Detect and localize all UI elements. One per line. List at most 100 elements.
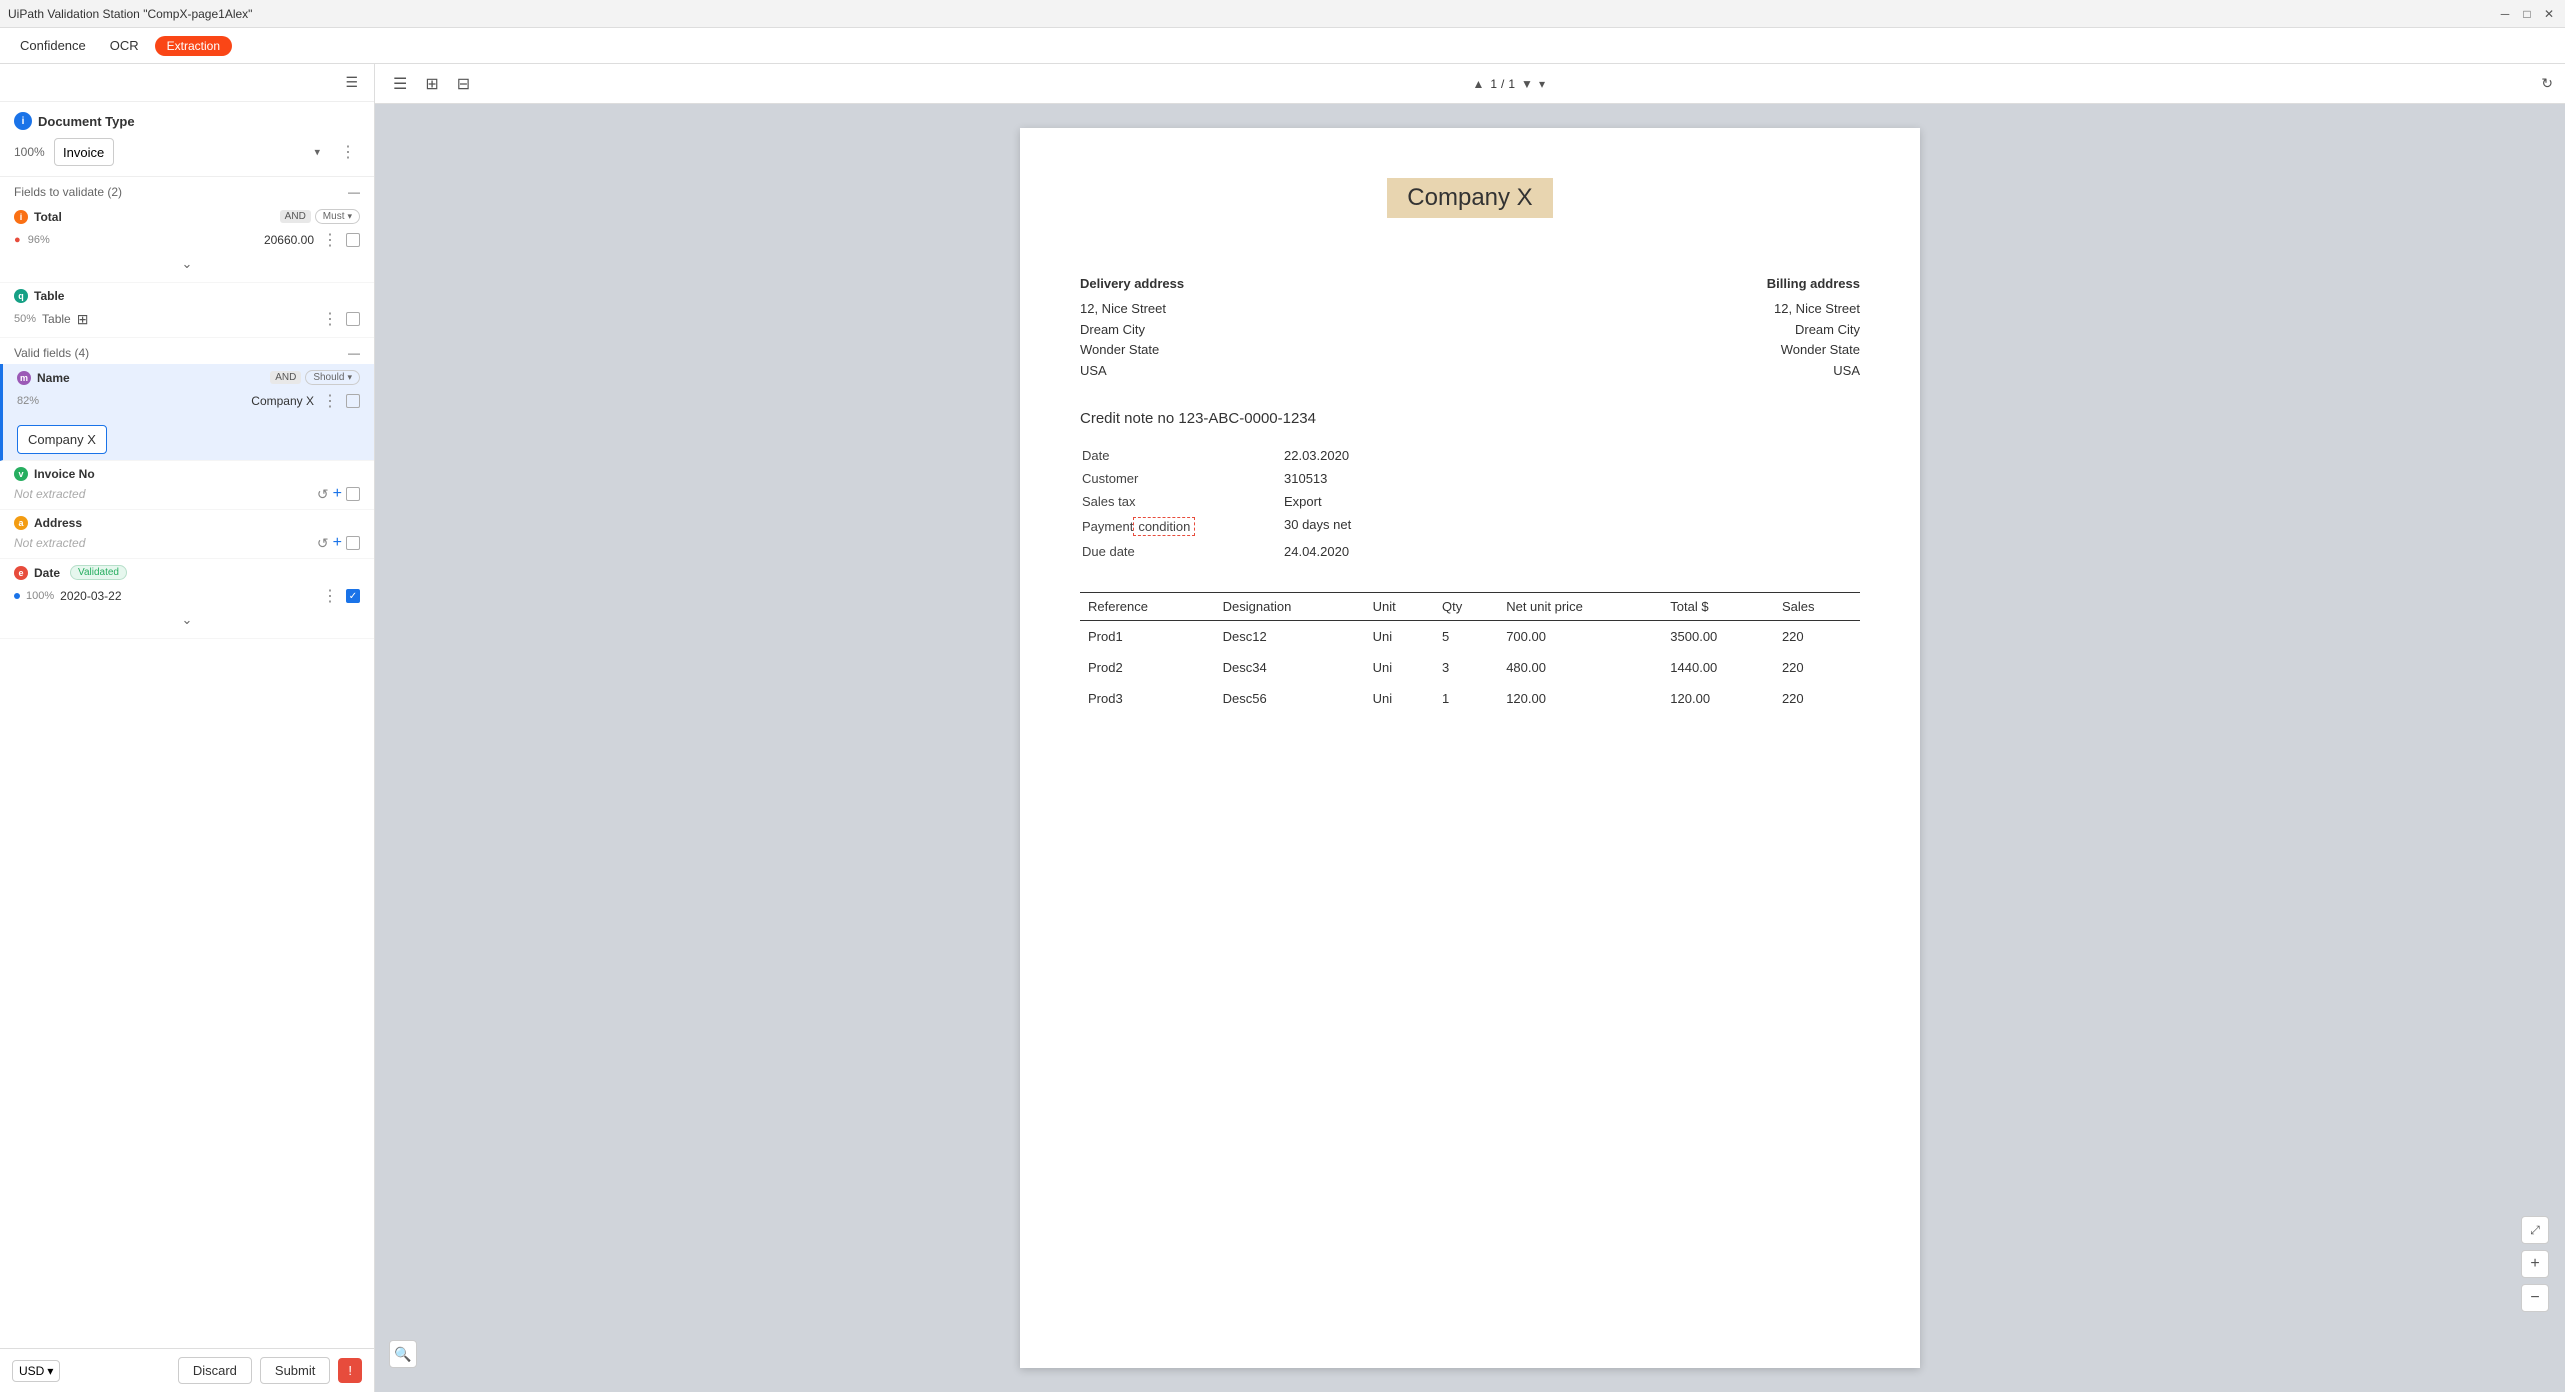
payment-condition-box: condition	[1133, 517, 1195, 536]
table-row: Prod3Desc56Uni1120.00120.00220	[1080, 683, 1860, 714]
name-menu-dots[interactable]: ⋮	[318, 389, 342, 413]
left-toolbar: ☰	[0, 64, 374, 102]
refresh-button[interactable]: ↻	[2541, 75, 2553, 92]
total-field-badge: i	[14, 210, 28, 224]
col-reference: Reference	[1080, 592, 1215, 620]
sales-tax-value-cell: Export	[1284, 491, 1858, 512]
total-expand-chevron[interactable]: ⌄	[14, 252, 360, 276]
name-preview-container: Company X	[17, 419, 360, 454]
doc-page: Company X Delivery address 12, Nice Stre…	[1020, 128, 1920, 1368]
col-qty: Qty	[1434, 592, 1498, 620]
invoice-no-value-row: Not extracted ↺ +	[14, 485, 360, 503]
bottom-bar: USD ▾ Discard Submit !	[0, 1348, 374, 1392]
toolbar-hamburger-button[interactable]: ☰	[387, 70, 413, 98]
date-expand-chevron[interactable]: ⌄	[14, 608, 360, 632]
name-field-actions: AND Should ▾	[270, 370, 360, 385]
table-cell: Uni	[1365, 683, 1434, 714]
total-checkbox[interactable]	[346, 233, 360, 247]
fields-to-validate-collapse[interactable]: —	[348, 185, 360, 199]
delivery-country: USA	[1080, 361, 1184, 382]
date-value-cell: 22.03.2020	[1284, 445, 1858, 466]
total-menu-dots[interactable]: ⋮	[318, 228, 342, 252]
name-preview-box: Company X	[17, 425, 107, 454]
zoom-search-button[interactable]: 🔍	[389, 1340, 417, 1368]
table-checkbox[interactable]	[346, 312, 360, 326]
address-add[interactable]: +	[333, 534, 342, 552]
invoice-no-checkbox[interactable]	[346, 487, 360, 501]
name-field-badge: m	[17, 371, 31, 385]
date-dot-icon	[14, 593, 20, 599]
addresses-row: Delivery address 12, Nice Street Dream C…	[1080, 274, 1860, 382]
date-right-actions: ⋮ ✓	[318, 584, 360, 608]
billing-city: Dream City	[1767, 320, 1860, 341]
address-checkbox[interactable]	[346, 536, 360, 550]
date-checkbox[interactable]: ✓	[346, 589, 360, 603]
address-value-row: Not extracted ↺ +	[14, 534, 360, 552]
invoice-no-header: v Invoice No	[14, 467, 360, 481]
total-field-name-row: i Total	[14, 210, 62, 224]
table-label: Table	[42, 312, 71, 326]
doc-fields-table: Date 22.03.2020 Customer 310513 Sales ta…	[1080, 443, 1860, 564]
valid-fields-label: Valid fields (4)	[14, 346, 89, 360]
viewer-toolbar: ☰ ⊞ ⊟ ▲ 1 / 1 ▼ ▾ ↻	[375, 64, 2565, 104]
invoice-table-head: Reference Designation Unit Qty Net unit …	[1080, 592, 1860, 620]
tab-bar: Confidence OCR Extraction	[0, 28, 2565, 64]
table-field-name: Table	[34, 289, 64, 303]
customer-label-cell: Customer	[1082, 468, 1282, 489]
close-button[interactable]: ✕	[2541, 6, 2557, 22]
date-menu-dots[interactable]: ⋮	[318, 584, 342, 608]
table-cell: 120.00	[1662, 683, 1774, 714]
total-field: i Total AND Must ▾ ● 96%	[0, 203, 374, 283]
name-right-actions: Company X ⋮	[251, 389, 360, 413]
invoice-no-add[interactable]: +	[333, 485, 342, 503]
page-prev-button[interactable]: ▲	[1472, 77, 1484, 91]
toolbar-view-button[interactable]: ⊟	[451, 70, 476, 98]
invoice-table: Reference Designation Unit Qty Net unit …	[1080, 592, 1860, 714]
must-chevron: ▾	[347, 211, 352, 222]
doc-type-select[interactable]: Invoice	[54, 138, 114, 166]
address-undo[interactable]: ↺	[317, 535, 329, 552]
name-field-name-row: m Name	[17, 371, 70, 385]
tab-ocr[interactable]: OCR	[102, 34, 147, 57]
page-dropdown-button[interactable]: ▾	[1539, 77, 1545, 91]
date-label-cell: Date	[1082, 445, 1282, 466]
doc-type-menu[interactable]: ⋮	[336, 140, 360, 164]
search-icon: 🔍	[394, 1346, 411, 1363]
toolbar-layout-button[interactable]: ⊞	[419, 70, 444, 98]
table-grid-icon[interactable]: ⊞	[77, 311, 89, 328]
reject-button[interactable]: !	[338, 1358, 362, 1383]
table-menu-dots[interactable]: ⋮	[318, 307, 342, 331]
tab-extraction[interactable]: Extraction	[155, 36, 232, 56]
zoom-controls: ⤢ + −	[2521, 1216, 2549, 1312]
valid-fields-collapse[interactable]: —	[348, 346, 360, 360]
fit-screen-button[interactable]: ⤢	[2521, 1216, 2549, 1244]
table-cell: 220	[1774, 620, 1860, 652]
page-next-button[interactable]: ▼	[1521, 77, 1533, 91]
payment-value-cell: 30 days net	[1284, 514, 1858, 539]
name-checkbox[interactable]	[346, 394, 360, 408]
discard-button[interactable]: Discard	[178, 1357, 252, 1384]
filter-button[interactable]: ☰	[341, 70, 362, 95]
minimize-button[interactable]: ─	[2497, 6, 2513, 22]
table-field-name-row: q Table	[14, 289, 64, 303]
tab-confidence[interactable]: Confidence	[12, 34, 94, 57]
invoice-no-undo[interactable]: ↺	[317, 486, 329, 503]
should-chevron: ▾	[347, 372, 352, 383]
address-badge: a	[14, 516, 28, 530]
maximize-button[interactable]: □	[2519, 6, 2535, 22]
invoice-no-name-row: v Invoice No	[14, 467, 95, 481]
zoom-in-button[interactable]: +	[2521, 1250, 2549, 1278]
total-must-badge[interactable]: Must ▾	[315, 209, 360, 224]
currency-select[interactable]: USD ▾	[12, 1360, 60, 1382]
doc-type-select-row: 100% Invoice ⋮	[14, 138, 360, 166]
date-field-header: e Date Validated	[14, 565, 360, 580]
date-validated-badge: Validated	[70, 565, 127, 580]
name-should-badge[interactable]: Should ▾	[305, 370, 360, 385]
table-row: Prod1Desc12Uni5700.003500.00220	[1080, 620, 1860, 652]
table-field-header: q Table	[14, 289, 360, 303]
submit-button[interactable]: Submit	[260, 1357, 330, 1384]
total-field-header: i Total AND Must ▾	[14, 209, 360, 224]
table-row: Due date 24.04.2020	[1082, 541, 1858, 562]
zoom-out-button[interactable]: −	[2521, 1284, 2549, 1312]
credit-note-title: Credit note no 123-ABC-0000-1234	[1080, 410, 1860, 427]
